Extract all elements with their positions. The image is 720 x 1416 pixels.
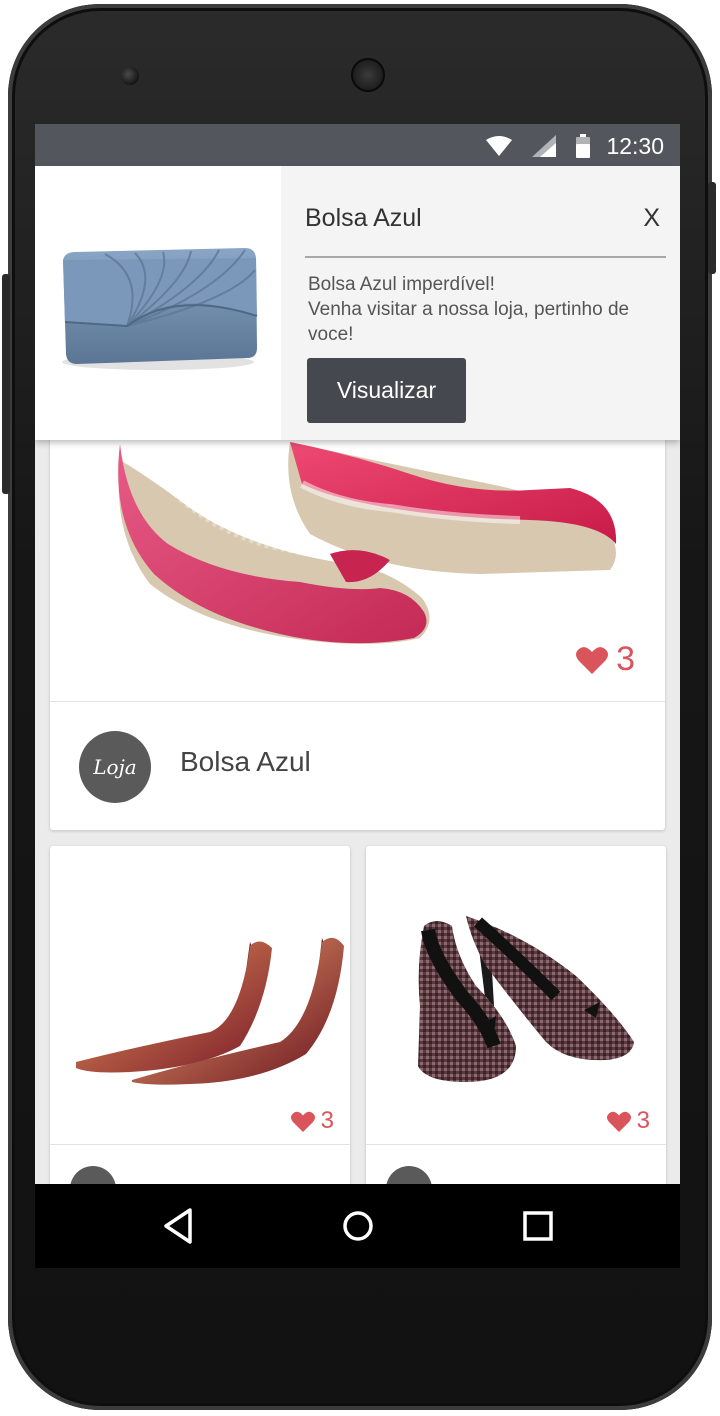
status-bar: 12:30 — [35, 124, 680, 166]
store-row[interactable]: Loja Bolsa Azul — [50, 702, 665, 830]
notification-message-line: Bolsa Azul imperdível! — [308, 274, 495, 295]
earpiece-speaker — [351, 58, 385, 92]
heart-icon — [576, 646, 609, 674]
signal-icon — [532, 135, 556, 157]
navigation-bar — [35, 1184, 680, 1268]
heart-icon — [290, 1111, 315, 1132]
notification-divider — [305, 256, 666, 258]
card-divider — [366, 1144, 666, 1145]
likes-count[interactable]: 3 — [606, 1107, 650, 1135]
notification-message-line: Venha visitar a nossa loja, pertinho de — [308, 299, 630, 320]
pink-wedge-shoes — [118, 442, 617, 644]
close-button[interactable]: X — [643, 204, 660, 233]
front-camera — [121, 67, 139, 85]
notification-title: Bolsa Azul — [305, 204, 422, 232]
volume-button — [2, 274, 10, 494]
notification-message: Bolsa Azul imperdível! Venha visitar a n… — [308, 272, 658, 347]
likes-count[interactable]: 3 — [576, 640, 635, 679]
store-name: Bolsa Azul — [180, 746, 311, 777]
heart-icon — [606, 1111, 631, 1132]
recents-icon[interactable] — [516, 1204, 560, 1248]
power-button — [708, 182, 716, 274]
view-button[interactable]: Visualizar — [307, 358, 466, 423]
notification-popup[interactable]: Bolsa Azul X Bolsa Azul imperdível! Venh… — [35, 166, 680, 440]
battery-icon — [576, 134, 590, 158]
blue-clutch-bag — [62, 248, 258, 370]
status-time: 12:30 — [606, 133, 664, 159]
store-avatar: Loja — [79, 731, 151, 803]
status-icons — [486, 134, 590, 158]
tweed-high-heels — [418, 916, 634, 1082]
product-card[interactable]: 3 Loja Bolsa Azul — [50, 424, 665, 830]
likes-count[interactable]: 3 — [290, 1107, 334, 1135]
notification-image — [35, 166, 281, 440]
screen: 12:30 Bolsa Azul X Bolsa Azul imperdível… — [35, 124, 680, 1268]
card-divider — [50, 1144, 350, 1145]
likes-number: 3 — [636, 1107, 650, 1134]
notification-message-line: voce! — [308, 324, 354, 345]
home-icon[interactable] — [336, 1204, 380, 1248]
burgundy-high-heels — [76, 937, 344, 1085]
back-icon[interactable] — [156, 1204, 200, 1248]
likes-number: 3 — [320, 1107, 334, 1134]
wifi-icon — [486, 136, 512, 156]
likes-number: 3 — [616, 640, 635, 678]
